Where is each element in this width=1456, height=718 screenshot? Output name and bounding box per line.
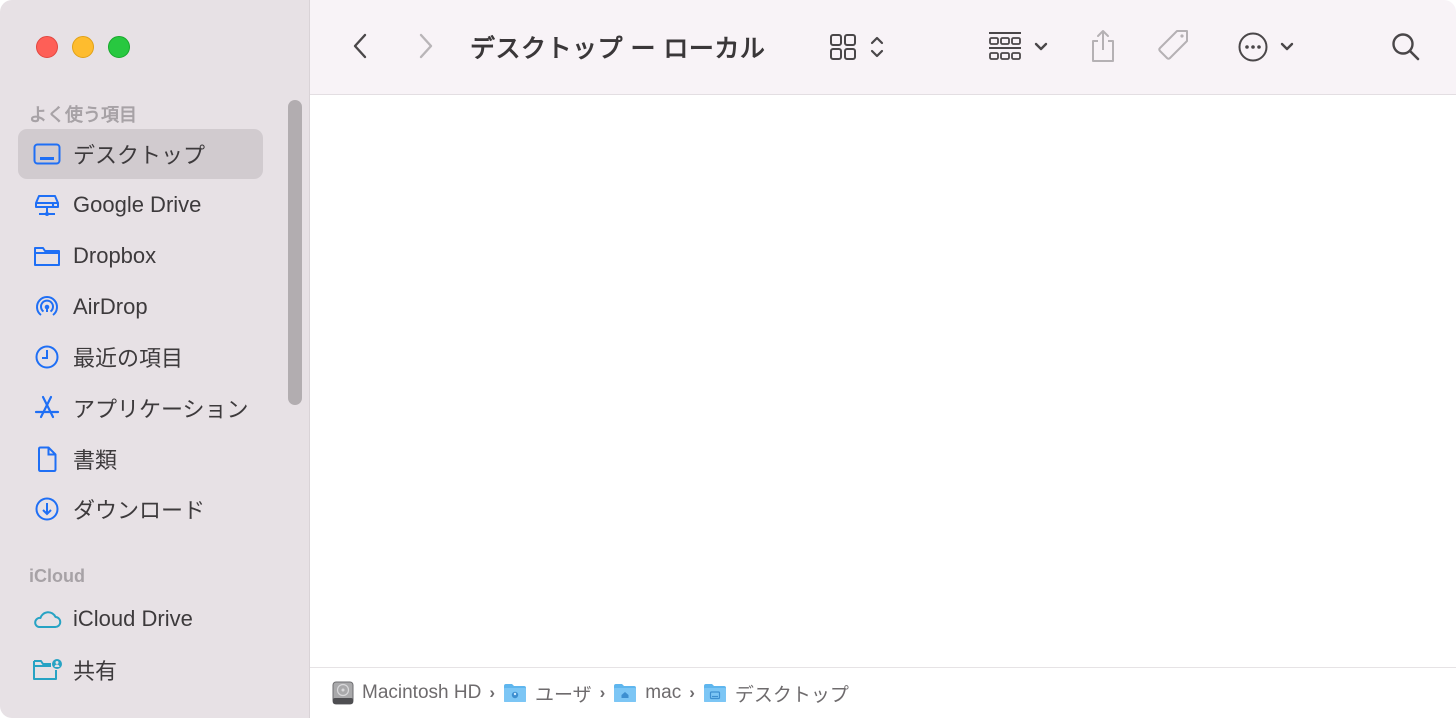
path-bar: Macintosh HD › ユーザ › mac › デスクトップ [310, 667, 1456, 718]
sidebar-item-label: ダウンロード [73, 498, 206, 523]
path-crumb-home[interactable]: mac [613, 682, 681, 704]
network-drive-icon [32, 190, 62, 220]
window-controls [36, 36, 130, 58]
chevron-down-icon [1280, 42, 1294, 51]
back-icon [353, 33, 367, 59]
applications-icon [32, 393, 62, 423]
close-button[interactable] [36, 36, 58, 58]
zoom-button[interactable] [108, 36, 130, 58]
hard-disk-icon [332, 681, 354, 705]
view-mode-button[interactable] [824, 30, 890, 64]
cloud-icon [32, 604, 62, 634]
sidebar-scrollbar[interactable] [288, 100, 302, 405]
chevron-down-icon [1034, 42, 1048, 51]
sidebar-item-applications[interactable]: アプリケーション [18, 383, 263, 433]
path-crumb-label: デスクトップ [734, 684, 849, 706]
tag-button[interactable] [1154, 26, 1194, 66]
share-icon [1092, 30, 1114, 62]
minimize-button[interactable] [72, 36, 94, 58]
sidebar-item-recents[interactable]: 最近の項目 [18, 332, 263, 382]
sidebar: よく使う項目 デスクトップ Google Drive Dropbox AirDr… [0, 0, 310, 718]
section-header-favorites: よく使う項目 [29, 105, 137, 125]
search-icon [1392, 33, 1420, 61]
more-icon [1238, 32, 1268, 62]
sidebar-item-label: 書類 [73, 448, 118, 473]
path-crumb-users[interactable]: ユーザ [503, 680, 592, 707]
sidebar-item-label: アプリケーション [73, 397, 249, 422]
sidebar-item-label: iCloud Drive [73, 606, 193, 631]
download-icon [32, 494, 62, 524]
finder-window: よく使う項目 デスクトップ Google Drive Dropbox AirDr… [0, 0, 1456, 718]
sidebar-item-label: Dropbox [73, 243, 157, 268]
tag-icon [1158, 30, 1188, 60]
file-list-area[interactable] [310, 95, 1456, 667]
sidebar-item-label: 共有 [73, 659, 118, 684]
sidebar-item-label: Google Drive [73, 192, 202, 217]
users-folder-icon [503, 683, 527, 703]
sidebar-item-icloud-drive[interactable]: iCloud Drive [18, 594, 263, 644]
sidebar-item-airdrop[interactable]: AirDrop [18, 282, 263, 332]
forward-button[interactable] [412, 30, 440, 62]
desktop-folder-icon [703, 683, 727, 703]
sidebar-item-label: AirDrop [73, 294, 148, 319]
sidebar-item-shared[interactable]: 共有 [18, 645, 263, 695]
share-button[interactable] [1086, 26, 1120, 66]
more-actions-button[interactable] [1234, 30, 1298, 64]
sidebar-item-label: デスクトップ [73, 143, 206, 168]
sidebar-item-dropbox[interactable]: Dropbox [18, 231, 263, 281]
path-crumb-desktop[interactable]: デスクトップ [703, 680, 849, 707]
shared-folder-icon [32, 655, 62, 685]
section-header-icloud: iCloud [29, 566, 85, 586]
sidebar-item-label: 最近の項目 [73, 346, 184, 371]
path-separator: › [599, 683, 606, 702]
back-button[interactable] [346, 30, 374, 62]
desktop-icon [32, 139, 62, 169]
sidebar-item-documents[interactable]: 書類 [18, 434, 263, 484]
path-separator: › [689, 683, 695, 702]
group-button[interactable] [984, 28, 1052, 66]
chevron-up-down-icon [870, 36, 884, 58]
group-icon [989, 32, 1021, 60]
path-separator: › [489, 683, 495, 702]
document-icon [32, 444, 62, 474]
path-crumb-label: mac [645, 682, 682, 703]
window-title: デスクトップ ー ローカル [470, 35, 766, 63]
home-folder-icon [613, 683, 637, 703]
folder-icon [32, 241, 62, 271]
clock-icon [32, 342, 62, 372]
search-button[interactable] [1388, 30, 1424, 64]
path-crumb-label: Macintosh HD [362, 682, 482, 703]
path-crumb-macintosh-hd[interactable]: Macintosh HD [332, 681, 481, 705]
toolbar: デスクトップ ー ローカル [310, 0, 1456, 95]
sidebar-item-google-drive[interactable]: Google Drive [18, 180, 263, 230]
path-crumb-label: ユーザ [535, 684, 592, 706]
airdrop-icon [32, 292, 62, 322]
forward-icon [419, 33, 433, 59]
sidebar-item-desktop[interactable]: デスクトップ [18, 129, 263, 179]
sidebar-item-downloads[interactable]: ダウンロード [18, 484, 263, 534]
icon-view-icon [830, 34, 856, 60]
